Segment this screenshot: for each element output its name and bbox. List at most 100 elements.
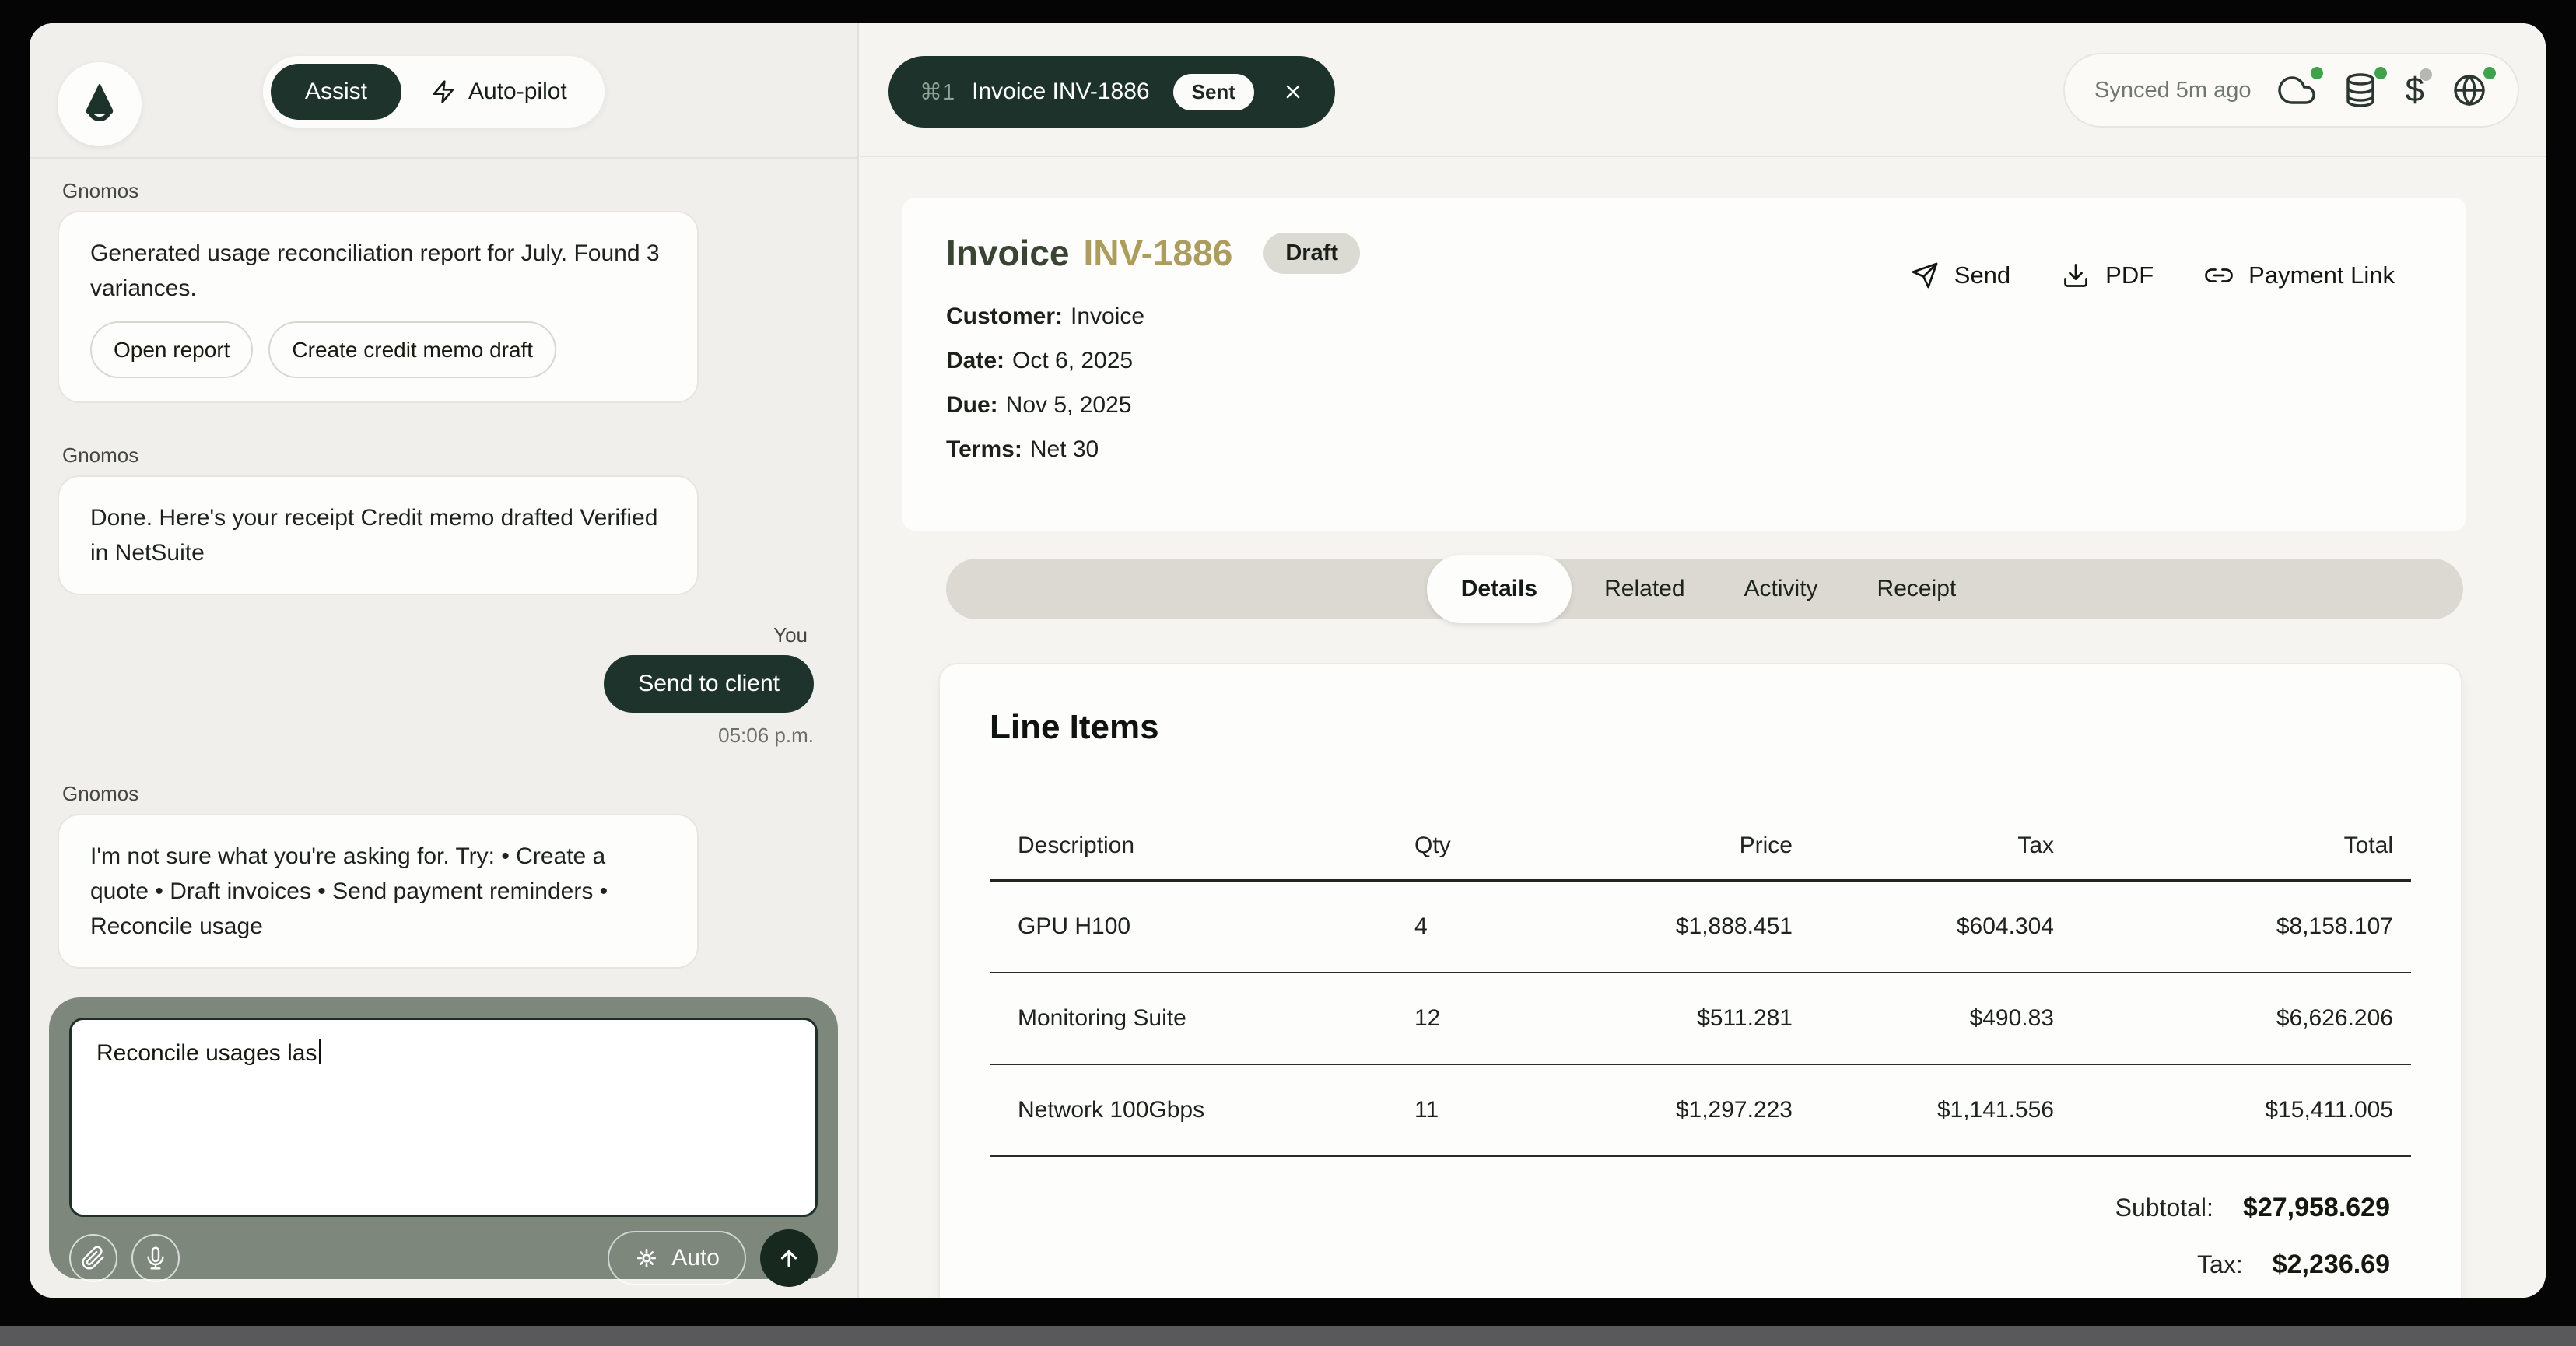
composer-text: Reconcile usages las xyxy=(96,1040,317,1066)
totals-summary: Subtotal: $27,958.629 Tax: $2,236.69 xyxy=(990,1193,2411,1280)
invoice-document-tab[interactable]: ⌘1 Invoice INV-1886 Sent xyxy=(888,56,1335,128)
status-dot-gray xyxy=(2420,68,2432,81)
app-logo xyxy=(58,62,142,146)
sync-status-pill[interactable]: Synced 5m ago xyxy=(2063,53,2519,128)
date-line: Date: Oct 6, 2025 xyxy=(946,338,2423,383)
col-tax: Tax xyxy=(1793,832,2054,859)
terms-line: Terms:Net 30 xyxy=(946,427,2423,471)
invoice-meta: Customer: Invoice Date: Oct 6, 2025 Due:No… xyxy=(946,294,2423,471)
invoice-tabbar: Details Related Activity Receipt xyxy=(946,559,2463,619)
user-message: Send to client xyxy=(604,655,814,713)
message-author: Gnomos xyxy=(62,179,814,203)
line-items-table: Description Qty Price Tax Total GPU H100… xyxy=(990,832,2411,1157)
voice-input-button[interactable] xyxy=(131,1234,180,1282)
lightning-icon xyxy=(431,79,456,104)
sync-status-text: Synced 5m ago xyxy=(2094,78,2252,103)
tab-related[interactable]: Related xyxy=(1578,576,1711,602)
text-cursor xyxy=(319,1039,321,1064)
chat-composer: Reconcile usages las xyxy=(49,997,838,1279)
message-timestamp: 05:06 p.m. xyxy=(58,724,814,748)
cell-tax: $1,141.556 xyxy=(1793,1097,2054,1123)
date-label: Date: xyxy=(946,348,1004,373)
auto-mode-selector[interactable]: Auto xyxy=(608,1231,746,1285)
invoice-number: INV-1886 xyxy=(1084,232,1233,274)
database-sync-indicator xyxy=(2342,72,2379,109)
tab-receipt[interactable]: Receipt xyxy=(1851,576,1983,602)
message-author: Gnomos xyxy=(62,782,814,806)
attach-file-button[interactable] xyxy=(69,1234,117,1282)
terms-label: Terms: xyxy=(946,436,1022,462)
assist-mode-button[interactable]: Assist xyxy=(271,64,401,120)
cell-description: Network 100Gbps xyxy=(1018,1097,1414,1123)
open-report-button[interactable]: Open report xyxy=(90,321,253,378)
send-invoice-button[interactable]: Send xyxy=(1911,261,2010,289)
assistant-message: I'm not sure what you're asking for. Try… xyxy=(58,814,699,969)
message-text: Done. Here's your receipt Credit memo dr… xyxy=(90,500,666,570)
arrow-up-icon xyxy=(776,1245,802,1271)
microphone-icon xyxy=(143,1246,168,1271)
mode-toggle: Assist Auto-pilot xyxy=(263,56,605,128)
tax-row: Tax: $2,236.69 xyxy=(2197,1250,2390,1280)
cell-price: $1,888.451 xyxy=(1554,913,1793,940)
chat-sidebar: Assist Auto-pilot Gnomos Genera xyxy=(30,23,859,1298)
message-author: You xyxy=(58,623,808,647)
close-tab-button[interactable] xyxy=(1282,81,1304,103)
cloud-icon xyxy=(2278,72,2315,109)
status-dot-green xyxy=(2483,67,2496,79)
paperclip-icon xyxy=(81,1246,106,1271)
cell-tax: $490.83 xyxy=(1793,1005,2054,1032)
cell-qty: 12 xyxy=(1414,1005,1554,1032)
tab-details[interactable]: Details xyxy=(1427,555,1572,623)
send-message-button[interactable] xyxy=(760,1229,818,1287)
tab-shortcut: ⌘1 xyxy=(920,79,955,106)
message-author: Gnomos xyxy=(62,443,814,468)
create-credit-memo-button[interactable]: Create credit memo draft xyxy=(268,321,556,378)
composer-toolbar: Auto xyxy=(69,1229,818,1287)
customer-value: Invoice xyxy=(1071,303,1144,329)
cell-qty: 11 xyxy=(1414,1097,1554,1123)
payment-link-label: Payment Link xyxy=(2248,261,2395,289)
tab-activity[interactable]: Activity xyxy=(1718,576,1845,602)
cell-description: Monitoring Suite xyxy=(1018,1005,1414,1032)
screen: Assist Auto-pilot Gnomos Genera xyxy=(0,0,2576,1346)
database-icon xyxy=(2342,72,2379,109)
invoice-content: Invoice INV-1886 Draft Customer:Invoice … xyxy=(860,159,2546,1298)
tab-title: Invoice INV-1886 xyxy=(972,79,1149,105)
invoice-panel: ⌘1 Invoice INV-1886 Sent Synced 5m ago xyxy=(860,23,2546,1298)
cell-total: $6,626.206 xyxy=(2054,1005,2393,1032)
line-items-title: Line Items xyxy=(990,708,2411,747)
cell-description: GPU H100 xyxy=(1018,913,1414,940)
autopilot-mode-button[interactable]: Auto-pilot xyxy=(401,79,597,105)
table-row: Network 100Gbps 11 $1,297.223 $1,141.556… xyxy=(990,1065,2411,1157)
send-label: Send xyxy=(1954,261,2010,289)
user-message-row: Send to client xyxy=(58,655,814,713)
chat-message-list: Gnomos Generated usage reconciliation re… xyxy=(30,160,857,969)
sidebar-header: Assist Auto-pilot xyxy=(30,23,857,159)
web-sync-indicator xyxy=(2451,72,2488,109)
message-text: Generated usage reconciliation report fo… xyxy=(90,236,666,306)
composer-input[interactable]: Reconcile usages las xyxy=(69,1018,818,1217)
assist-label: Assist xyxy=(305,79,367,105)
cell-total: $8,158.107 xyxy=(2054,913,2393,940)
invoice-actions: Send PDF xyxy=(1911,261,2395,289)
cell-price: $511.281 xyxy=(1554,1005,1793,1032)
assistant-message: Generated usage reconciliation report fo… xyxy=(58,211,699,403)
col-price: Price xyxy=(1554,832,1793,859)
message-text: I'm not sure what you're asking for. Try… xyxy=(90,839,666,944)
col-qty: Qty xyxy=(1414,832,1554,859)
line-items-card: Line Items Description Qty Price Tax Tot… xyxy=(938,663,2462,1298)
customer-label: Customer: xyxy=(946,303,1063,329)
autopilot-label: Auto-pilot xyxy=(468,79,567,105)
sent-status-badge: Sent xyxy=(1173,74,1254,110)
download-pdf-button[interactable]: PDF xyxy=(2062,261,2154,289)
assistant-message: Done. Here's your receipt Credit memo dr… xyxy=(58,475,699,595)
status-dot-green xyxy=(2374,67,2387,79)
payment-link-button[interactable]: Payment Link xyxy=(2205,261,2395,289)
app-window: Assist Auto-pilot Gnomos Genera xyxy=(30,23,2546,1298)
desktop-bottom-bar xyxy=(0,1326,2576,1346)
due-line: Due:Nov 5, 2025 xyxy=(946,383,2423,427)
status-dot-green xyxy=(2311,67,2323,79)
gnome-logo-icon xyxy=(75,79,124,129)
date-value: Oct 6, 2025 xyxy=(1012,348,1133,373)
gear-icon xyxy=(634,1246,659,1271)
